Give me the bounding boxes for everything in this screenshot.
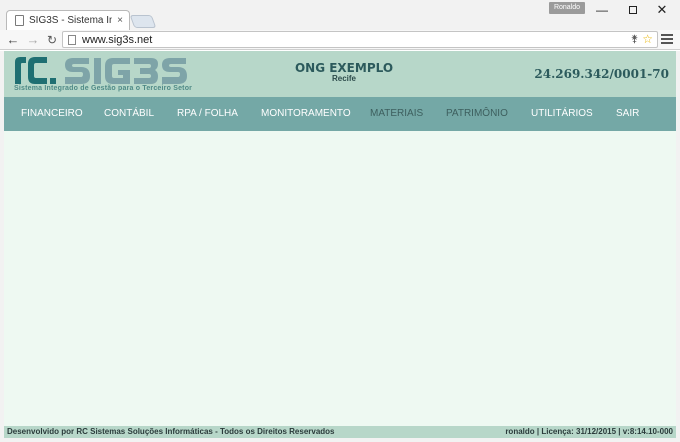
site-footer: Desenvolvido por RC Sistemas Soluções In… <box>4 426 676 438</box>
url-text: www.sig3s.net <box>82 33 153 46</box>
bookmark-star-icon[interactable]: ☆ <box>642 33 653 46</box>
page-info-icon[interactable] <box>68 34 76 45</box>
footer-credits: Desenvolvido por RC Sistemas Soluções In… <box>7 427 335 436</box>
menu-item-contabil[interactable]: CONTÁBIL <box>104 97 154 131</box>
organization-cnpj: 24.269.342/0001-70 <box>534 67 669 81</box>
menu-item-rpa-folha[interactable]: RPA / FOLHA <box>177 97 238 131</box>
menu-item-utilitarios[interactable]: UTILITÁRIOS <box>531 97 593 131</box>
minimize-button[interactable]: — <box>592 3 612 17</box>
url-input[interactable]: www.sig3s.net ⚵ ☆ <box>62 31 658 48</box>
window-border-bottom <box>0 438 680 442</box>
window-border-right <box>676 51 680 438</box>
footer-license-info: ronaldo | Licença: 31/12/2015 | v:8:14.1… <box>505 427 673 436</box>
tab-title: SIG3S - Sistema Integrado <box>29 15 112 26</box>
tab-close-button[interactable]: × <box>115 15 125 26</box>
web-page: Sistema Integrado de Gestão para o Terce… <box>4 51 676 438</box>
profile-badge[interactable]: Ronaldo <box>549 2 585 14</box>
new-tab-button[interactable] <box>129 15 157 28</box>
browser-tab[interactable]: SIG3S - Sistema Integrado × <box>6 10 130 30</box>
browser-titlebar: SIG3S - Sistema Integrado × Ronaldo — ✕ <box>0 0 680 30</box>
forward-button[interactable]: → <box>26 32 40 48</box>
reload-button[interactable]: ↻ <box>45 32 59 48</box>
main-content-area <box>4 131 676 426</box>
main-menu: FINANCEIRO CONTÁBIL RPA / FOLHA MONITORA… <box>4 97 676 131</box>
address-bar: ← → ↻ www.sig3s.net ⚵ ☆ <box>0 30 680 50</box>
maximize-button[interactable] <box>623 3 643 17</box>
menu-item-monitoramento[interactable]: MONITORAMENTO <box>261 97 351 131</box>
page-icon <box>15 15 24 26</box>
back-button[interactable]: ← <box>6 32 20 48</box>
browser-menu-icon[interactable] <box>661 33 673 45</box>
key-icon[interactable]: ⚵ <box>631 34 638 45</box>
menu-item-patrimonio[interactable]: PATRIMÔNIO <box>446 97 508 131</box>
menu-item-materiais[interactable]: MATERIAIS <box>370 97 423 131</box>
site-header: Sistema Integrado de Gestão para o Terce… <box>4 51 676 97</box>
maximize-icon <box>629 6 637 14</box>
close-window-button[interactable]: ✕ <box>652 3 672 17</box>
menu-item-sair[interactable]: SAIR <box>616 97 639 131</box>
menu-item-financeiro[interactable]: FINANCEIRO <box>21 97 83 131</box>
logo-subtitle: Sistema Integrado de Gestão para o Terce… <box>14 85 193 92</box>
